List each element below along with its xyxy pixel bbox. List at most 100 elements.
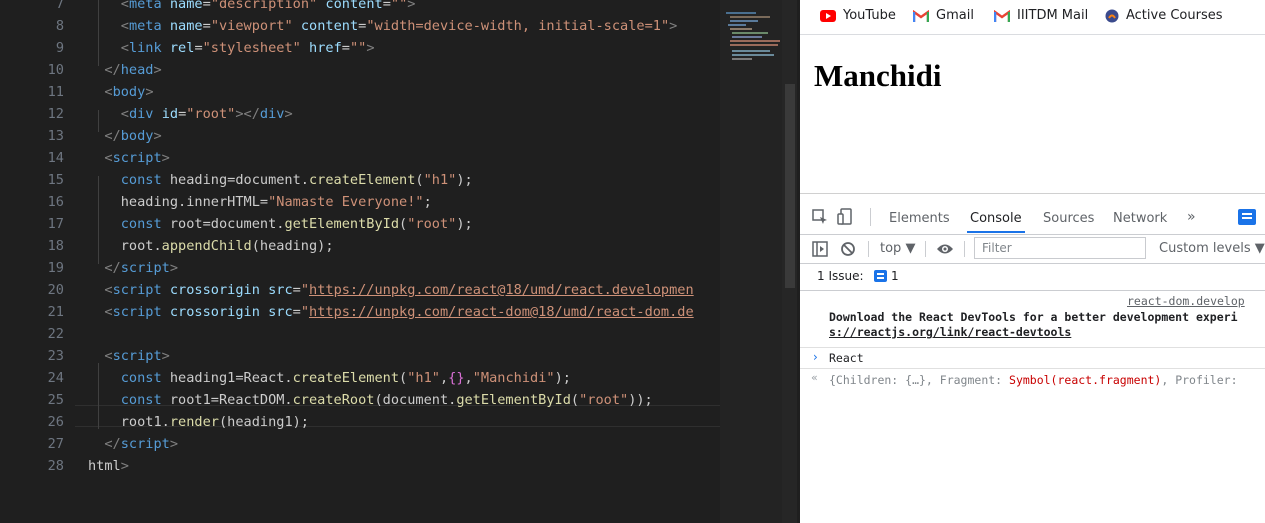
tab-network[interactable]: Network xyxy=(1113,211,1167,226)
code-token: "width=device-width, initial-scale=1" xyxy=(366,18,670,34)
minimap[interactable] xyxy=(720,0,782,523)
code-token: meta xyxy=(128,18,162,34)
code-token: > xyxy=(407,0,416,12)
code-token: script xyxy=(112,304,162,320)
code-token: root1=ReactDOM. xyxy=(161,392,293,408)
devtools-tab-bar: Elements Console Sources Network » xyxy=(800,194,1265,235)
gmail-icon xyxy=(913,9,929,22)
result-arrow-icon: « xyxy=(811,371,818,384)
more-tabs-button[interactable]: » xyxy=(1187,209,1196,225)
line-text: </body> xyxy=(88,125,162,147)
devtools-panel: Elements Console Sources Network » top ▼… xyxy=(800,193,1265,523)
bookmark-active-courses[interactable]: Active Courses xyxy=(1105,6,1223,26)
code-editor[interactable]: 7 <meta name="description" content=""> 8 … xyxy=(0,0,797,523)
code-token: heading1=React. xyxy=(161,370,293,386)
code-token[interactable]: https://unpkg.com/react@18/umd/react.dev… xyxy=(309,282,694,298)
code-token: ); xyxy=(456,172,473,188)
code-token: "Manchidi" xyxy=(472,370,555,386)
code-token: </ xyxy=(104,436,121,452)
code-token[interactable]: https://unpkg.com/react-dom@18/umd/react… xyxy=(309,304,694,320)
line-number: 9 xyxy=(55,40,64,56)
device-toolbar-icon[interactable] xyxy=(837,208,853,226)
code-token: </ xyxy=(104,128,121,144)
eye-icon[interactable] xyxy=(936,242,954,256)
page-heading: Manchidi xyxy=(814,58,942,93)
moodle-icon xyxy=(1105,9,1119,22)
tab-elements[interactable]: Elements xyxy=(889,211,950,226)
line-text: <link rel="stylesheet" href=""> xyxy=(88,37,375,59)
code-token: createElement xyxy=(292,370,400,386)
issues-badge-icon[interactable] xyxy=(1238,209,1256,225)
code-line: 13 </body> xyxy=(0,125,720,147)
code-token: > xyxy=(153,128,162,144)
code-token: const xyxy=(120,370,162,386)
line-number: 15 xyxy=(47,172,64,188)
filter-input[interactable]: Filter xyxy=(974,237,1146,259)
line-number: 20 xyxy=(47,282,64,298)
code-line: 19 </script> xyxy=(0,257,720,279)
code-line: 12 <div id="root"></div> xyxy=(0,103,720,125)
code-token: id xyxy=(161,106,179,122)
code-line: 26 root1.render(heading1); xyxy=(0,411,720,433)
code-area[interactable]: 7 <meta name="description" content=""> 8 … xyxy=(0,0,720,523)
code-line: 18 root.appendChild(heading); xyxy=(0,235,720,257)
code-token: script xyxy=(112,348,162,364)
code-line: 10 </head> xyxy=(0,59,720,81)
code-token: content xyxy=(300,18,359,34)
indent-guide xyxy=(98,363,99,429)
line-number: 12 xyxy=(47,106,64,122)
code-token: < xyxy=(120,0,129,12)
code-token: href xyxy=(309,40,342,56)
tab-sources[interactable]: Sources xyxy=(1043,211,1094,226)
code-token: (heading); xyxy=(251,238,334,254)
code-token: src xyxy=(268,304,293,320)
tab-console[interactable]: Console xyxy=(970,211,1022,226)
inspect-element-icon[interactable] xyxy=(812,209,828,225)
bookmark-youtube[interactable]: YouTube xyxy=(820,6,896,26)
code-token: < xyxy=(120,18,129,34)
console-result-row[interactable]: « {Children: {…}, Fragment: Symbol(react… xyxy=(800,369,1265,389)
source-link[interactable]: react-dom.develop xyxy=(1127,294,1245,308)
issues-bar[interactable]: 1 Issue: 1 xyxy=(800,264,1265,291)
code-token: {} xyxy=(448,370,465,386)
code-token: "" xyxy=(349,40,367,56)
line-number: 13 xyxy=(47,128,64,144)
code-token: rel xyxy=(169,40,195,56)
code-token: div xyxy=(128,106,154,122)
context-selector[interactable]: top ▼ xyxy=(880,241,915,256)
console-input-row: › React xyxy=(800,348,1265,369)
code-token: = xyxy=(202,18,211,34)
code-token: head xyxy=(120,62,154,78)
code-token: createRoot xyxy=(292,392,375,408)
indent-guide xyxy=(98,176,99,264)
code-token: crossorigin xyxy=(169,304,260,320)
console-message-devtools: react-dom.develop Download the React Dev… xyxy=(800,291,1265,348)
code-token: " xyxy=(300,304,310,320)
code-line: 22 xyxy=(0,323,720,345)
line-number: 19 xyxy=(47,260,64,276)
devtools-link[interactable]: s://reactjs.org/link/react-devtools xyxy=(829,325,1071,339)
code-token: < xyxy=(120,40,129,56)
line-number: 22 xyxy=(47,326,64,342)
line-text: const root1=ReactDOM.createRoot(document… xyxy=(88,389,653,411)
code-token: = xyxy=(194,40,203,56)
code-token: ; xyxy=(423,194,432,210)
bookmark-iiitdm-mail[interactable]: IIITDM Mail xyxy=(994,6,1088,26)
code-token: )); xyxy=(628,392,653,408)
log-levels-dropdown[interactable]: Custom levels ▼ xyxy=(1159,241,1265,256)
sidebar-toggle-icon[interactable] xyxy=(812,241,828,257)
code-token: "root" xyxy=(186,106,236,122)
line-number: 28 xyxy=(47,458,64,474)
clear-console-icon[interactable] xyxy=(840,241,856,257)
browser-window: YouTube Gmail IIITDM Mail Active Courses… xyxy=(797,0,1265,523)
code-token: script xyxy=(112,282,162,298)
bookmark-gmail[interactable]: Gmail xyxy=(913,6,974,26)
editor-scroll-thumb[interactable] xyxy=(785,84,795,288)
code-token: " xyxy=(300,282,310,298)
toolbar-divider xyxy=(925,241,926,257)
line-number: 18 xyxy=(47,238,64,254)
